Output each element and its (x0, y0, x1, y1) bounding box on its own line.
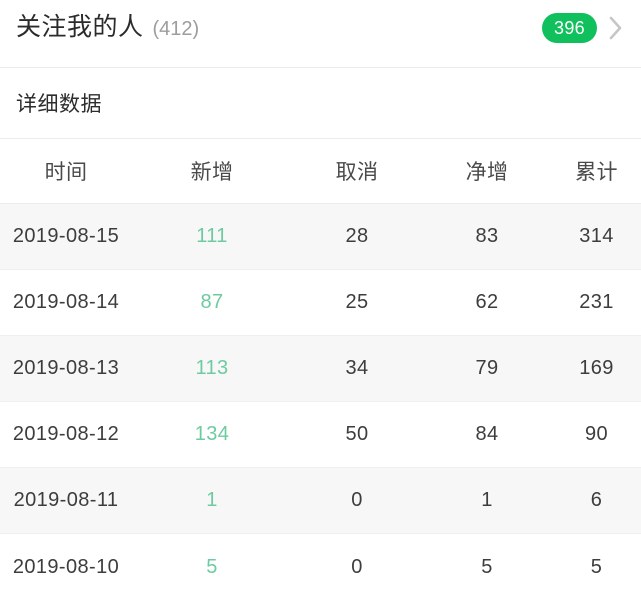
status-badge: 396 (542, 12, 597, 43)
section-title: 详细数据 (16, 93, 102, 116)
table-row[interactable]: 2019-08-12 134 50 84 90 (0, 402, 641, 468)
cell-cumulative: 231 (579, 291, 614, 313)
cell-cancel: 0 (351, 489, 363, 511)
cell-cumulative: 169 (579, 357, 614, 379)
cell-cancel: 25 (345, 291, 369, 313)
table-row[interactable]: 2019-08-15 111 28 83 314 (0, 204, 641, 270)
summary-title-group: 关注我的人 (412) (16, 15, 542, 40)
cell-new: 5 (206, 555, 218, 578)
follower-total-count: (412) (152, 18, 200, 40)
followers-summary-bar[interactable]: 关注我的人 (412) 396 (0, 0, 641, 55)
cell-net: 5 (481, 555, 493, 578)
cell-date: 2019-08-14 (12, 291, 120, 313)
chevron-right-icon[interactable] (607, 15, 625, 41)
cell-date: 2019-08-15 (12, 225, 120, 247)
column-header-new: 新增 (190, 161, 234, 184)
cell-net: 79 (475, 357, 499, 379)
column-header-time: 时间 (44, 161, 88, 184)
section-divider (0, 55, 641, 68)
cell-cancel: 0 (351, 555, 363, 578)
table-row[interactable]: 2019-08-13 113 34 79 169 (0, 336, 641, 402)
cell-date: 2019-08-13 (12, 357, 120, 379)
cell-date: 2019-08-12 (12, 423, 120, 445)
cell-net: 62 (475, 291, 499, 313)
cell-cumulative: 6 (590, 489, 603, 511)
cell-cumulative: 314 (579, 225, 614, 247)
column-header-net: 净增 (465, 161, 509, 184)
table-row[interactable]: 2019-08-14 87 25 62 231 (0, 270, 641, 336)
column-header-cumulative: 累计 (575, 161, 618, 184)
cell-date: 2019-08-10 (12, 555, 120, 578)
cell-net: 83 (475, 225, 499, 247)
detail-data-table: 时间 新增 取消 净增 累计 2019-08-15 111 28 83 314 … (0, 139, 641, 596)
cell-new: 113 (195, 357, 229, 379)
page-title: 关注我的人 (16, 13, 144, 41)
cell-cancel: 34 (345, 357, 369, 379)
cell-cumulative: 5 (590, 555, 603, 578)
cell-new: 134 (194, 423, 230, 445)
cell-cumulative: 90 (584, 423, 609, 445)
table-row[interactable]: 2019-08-10 5 0 5 5 (0, 534, 641, 596)
cell-net: 84 (475, 423, 499, 445)
table-header-row: 时间 新增 取消 净增 累计 (0, 139, 641, 204)
cell-cancel: 28 (345, 225, 369, 247)
cell-new: 1 (206, 489, 218, 511)
column-header-cancel: 取消 (335, 161, 379, 184)
table-row[interactable]: 2019-08-11 1 0 1 6 (0, 468, 641, 534)
cell-net: 1 (481, 489, 493, 511)
cell-cancel: 50 (345, 423, 369, 445)
cell-new: 111 (196, 225, 228, 247)
cell-new: 87 (200, 291, 224, 313)
detail-data-section-header: 详细数据 (0, 68, 641, 139)
summary-right-group[interactable]: 396 (542, 12, 625, 43)
cell-date: 2019-08-11 (13, 489, 119, 511)
